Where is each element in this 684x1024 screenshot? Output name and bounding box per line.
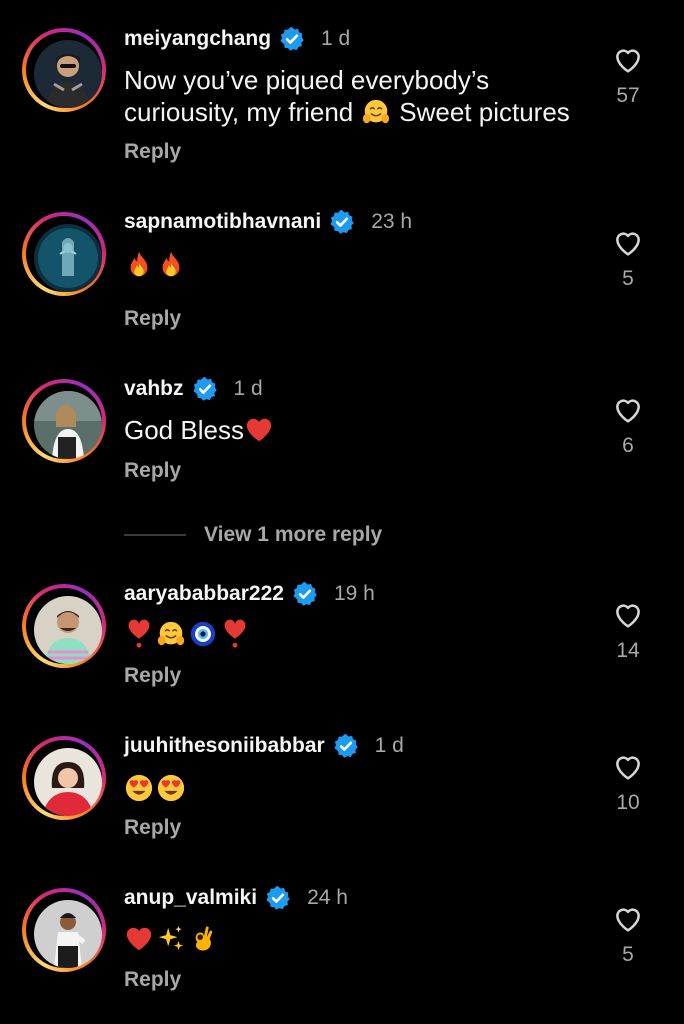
like-count: 10 (616, 791, 640, 814)
username[interactable]: vahbz (124, 377, 184, 401)
like-control: 10 (606, 751, 650, 815)
story-ring[interactable] (22, 379, 106, 463)
avatar[interactable] (34, 224, 102, 292)
username[interactable]: juuhithesoniibabbar (124, 734, 325, 758)
hugging-face-emoji-icon (361, 97, 391, 127)
story-ring[interactable] (22, 584, 106, 668)
username[interactable]: aaryababbar222 (124, 582, 284, 606)
fire-emoji-icon (156, 250, 186, 280)
reply-button[interactable]: Reply (124, 459, 181, 483)
like-count: 57 (616, 84, 640, 107)
red-heart-emoji-icon (244, 415, 274, 445)
avatar[interactable] (34, 391, 102, 459)
verified-badge-icon (279, 26, 305, 52)
avatar[interactable] (34, 596, 102, 664)
like-control: 5 (606, 903, 650, 967)
nazar-amulet-emoji-icon (188, 619, 218, 649)
heart-eyes-emoji-icon (156, 773, 186, 803)
timestamp: 24 h (307, 886, 348, 909)
comment-text (124, 923, 218, 955)
red-heart-emoji-icon (124, 924, 154, 954)
username[interactable]: sapnamotibhavnani (124, 210, 321, 234)
comment-text-line: curiousity, my friend (124, 97, 354, 127)
like-count: 5 (622, 267, 634, 290)
avatar[interactable] (34, 748, 102, 816)
heart-icon[interactable] (612, 227, 644, 259)
verified-badge-icon (192, 376, 218, 402)
reply-button[interactable]: Reply (124, 140, 181, 164)
verified-badge-icon (329, 209, 355, 235)
heart-exclamation-emoji-icon (220, 619, 250, 649)
timestamp: 1 d (321, 27, 351, 50)
heart-icon[interactable] (612, 394, 644, 426)
comment-text-line: Sweet pictures (399, 97, 570, 127)
comment-text: God Bless (124, 414, 604, 446)
hugging-face-emoji-icon (156, 619, 186, 649)
timestamp: 1 d (374, 734, 404, 757)
avatar[interactable] (34, 900, 102, 968)
reply-button[interactable]: Reply (124, 664, 181, 688)
story-ring[interactable] (22, 888, 106, 972)
heart-icon[interactable] (612, 44, 644, 76)
reply-button[interactable]: Reply (124, 307, 181, 331)
heart-icon[interactable] (612, 903, 644, 935)
fire-emoji-icon (124, 250, 154, 280)
story-ring[interactable] (22, 28, 106, 112)
timestamp: 19 h (333, 582, 375, 605)
heart-eyes-emoji-icon (124, 773, 154, 803)
story-ring[interactable] (22, 736, 106, 820)
like-control: 6 (606, 394, 650, 458)
comment-text-line: God Bless (124, 415, 244, 445)
like-control: 5 (606, 227, 650, 291)
verified-badge-icon (292, 581, 318, 607)
story-ring[interactable] (22, 212, 106, 296)
comment-text: Now you’ve piqued everybody’s curiousity… (124, 64, 604, 128)
divider (124, 534, 186, 536)
comment-text-line: Now you’ve piqued everybody’s (124, 65, 490, 95)
heart-exclamation-emoji-icon (124, 619, 154, 649)
view-more-replies[interactable]: View 1 more reply (124, 520, 382, 550)
reply-button[interactable]: Reply (124, 816, 181, 840)
ok-hand-emoji-icon (188, 924, 218, 954)
heart-icon[interactable] (612, 751, 644, 783)
comment-text (124, 772, 186, 804)
heart-icon[interactable] (612, 599, 644, 631)
verified-badge-icon (333, 733, 359, 759)
like-count: 6 (622, 434, 634, 457)
like-count: 5 (622, 943, 634, 966)
like-control: 57 (606, 44, 650, 108)
verified-badge-icon (265, 885, 291, 911)
username[interactable]: meiyangchang (124, 27, 271, 51)
reply-button[interactable]: Reply (124, 968, 181, 992)
view-more-replies-label[interactable]: View 1 more reply (204, 523, 382, 547)
timestamp: 1 d (233, 377, 263, 400)
comment-text (124, 249, 186, 281)
like-control: 14 (606, 599, 650, 663)
username[interactable]: anup_valmiki (124, 886, 257, 910)
timestamp: 23 h (371, 210, 413, 233)
avatar[interactable] (34, 40, 102, 108)
like-count: 14 (616, 639, 640, 662)
sparkles-emoji-icon (156, 924, 186, 954)
comment-text (124, 618, 250, 650)
